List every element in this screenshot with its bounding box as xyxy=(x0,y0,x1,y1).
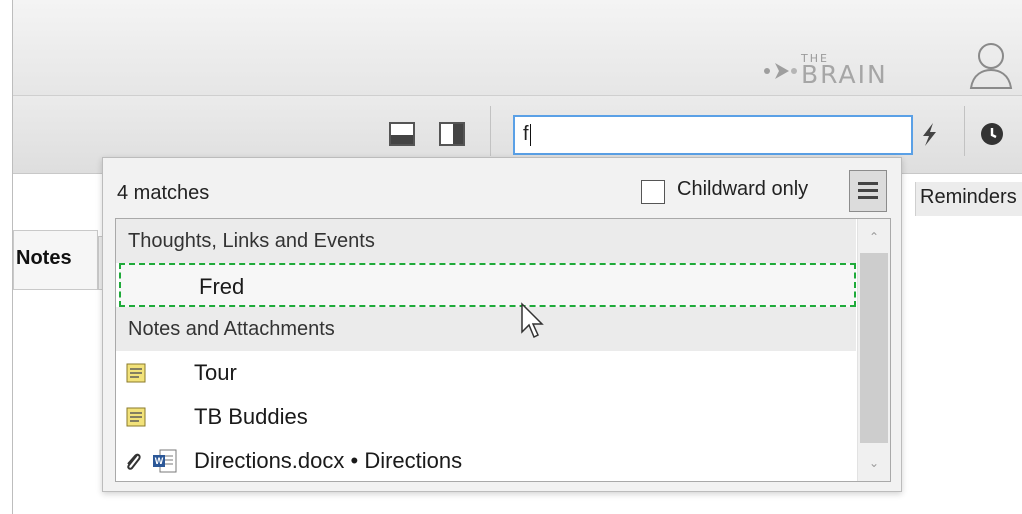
word-document-icon: W xyxy=(153,449,177,473)
svg-text:W: W xyxy=(155,456,164,466)
toolbar-separator xyxy=(490,106,491,156)
paperclip-icon xyxy=(127,453,141,470)
tab-notes[interactable]: Notes xyxy=(13,230,98,290)
note-icon xyxy=(126,363,146,383)
tab-strip-divider xyxy=(13,289,113,290)
title-bar: THE BRAIN xyxy=(13,0,1022,96)
childward-only-checkbox[interactable] xyxy=(641,180,665,204)
user-icon[interactable] xyxy=(963,38,1019,94)
tab-reminders[interactable]: Reminders xyxy=(915,182,1022,216)
group-header-thoughts: Thoughts, Links and Events xyxy=(116,219,856,263)
text-caret xyxy=(529,123,531,146)
clock-icon[interactable] xyxy=(978,120,1006,148)
note-icon xyxy=(126,407,146,427)
scroll-up-arrow-icon[interactable]: ⌃ xyxy=(866,231,882,243)
logo-brain-text: BRAIN xyxy=(801,60,888,89)
result-item-tour[interactable]: Tour xyxy=(116,351,856,395)
search-input[interactable]: f xyxy=(513,115,913,155)
scroll-down-arrow-icon[interactable]: ⌄ xyxy=(866,457,882,469)
search-input-value: f xyxy=(523,123,529,145)
layout-right-panel-icon[interactable] xyxy=(438,120,466,148)
results-list: Thoughts, Links and Events Fred Notes an… xyxy=(115,218,891,482)
group-header-notes: Notes and Attachments xyxy=(116,307,856,351)
thebrain-logo: THE BRAIN xyxy=(761,44,961,92)
result-item-label: Tour xyxy=(194,360,237,385)
layout-bottom-panel-icon[interactable] xyxy=(388,120,416,148)
childward-only-label[interactable]: Childward only xyxy=(677,178,808,201)
hamburger-menu-icon[interactable] xyxy=(849,170,887,212)
result-item-directions[interactable]: W Directions.docx • Directions xyxy=(116,439,856,481)
result-item-label: Directions.docx • Directions xyxy=(194,448,463,473)
toolbar-separator xyxy=(964,106,965,156)
match-count: 4 matches xyxy=(117,182,210,204)
result-item-tb-buddies[interactable]: TB Buddies xyxy=(116,395,856,439)
result-item-label: TB Buddies xyxy=(194,404,308,429)
result-item-fred[interactable]: Fred xyxy=(119,263,856,307)
mouse-cursor-icon xyxy=(521,302,544,339)
brain-logo-mark-icon xyxy=(764,63,797,79)
result-item-label: Fred xyxy=(199,274,245,299)
search-results-dropdown: 4 matches Childward only Thoughts, Links… xyxy=(102,157,902,492)
lightning-icon[interactable] xyxy=(915,120,943,148)
scrollbar-thumb[interactable] xyxy=(860,253,888,443)
results-scrollbar[interactable]: ⌃ ⌄ xyxy=(857,219,890,481)
